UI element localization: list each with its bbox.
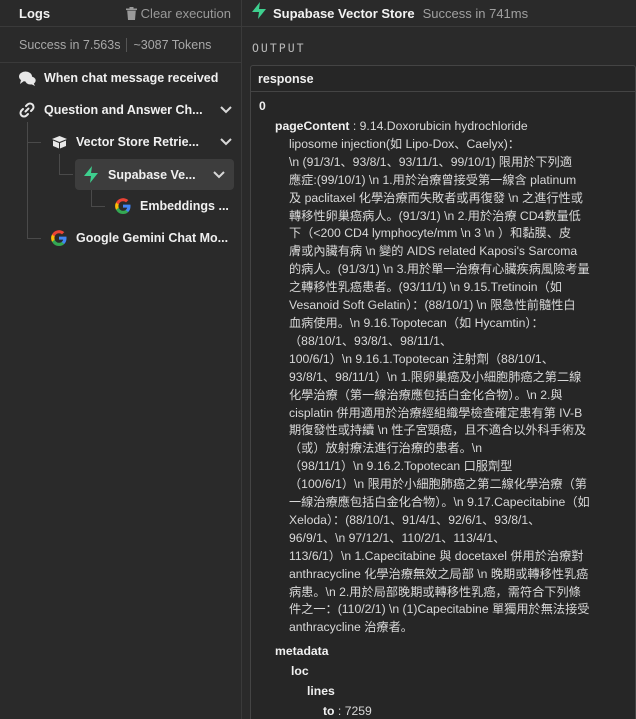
tree-item-supabase-vector-store[interactable]: Supabase Ve... [75, 159, 234, 190]
tree-item-label: Embeddings ... [140, 199, 229, 213]
chevron-down-icon[interactable] [219, 135, 233, 149]
tree-item-vector-store-retriever[interactable]: Vector Store Retrie... [50, 127, 233, 157]
page-content-line: 96/9/1、\n 97/12/1、110/2/1、113/4/1、 [289, 530, 506, 545]
logs-title: Logs [19, 5, 51, 21]
chevron-down-icon[interactable] [212, 168, 226, 182]
tree-connector [27, 238, 41, 239]
page-content-line: 膚或內臟有病 \n 變的 AIDS related Kaposi's Sarco… [289, 244, 578, 259]
to-key: to [323, 704, 335, 719]
box-icon [50, 133, 68, 151]
tree-item-embeddings[interactable]: Embeddings ... [114, 191, 234, 221]
page-content-line: 下（<200 CD4 lymphocyte/mm \n 3 \n ）和黏膜、皮 [289, 226, 572, 241]
chat-icon [18, 69, 36, 87]
output-column-header: response [251, 66, 635, 92]
trash-icon [125, 6, 137, 20]
node-header: Supabase Vector Store Success in 741ms [242, 0, 636, 27]
clear-execution-label: Clear execution [140, 5, 231, 21]
tree-connector [91, 206, 105, 207]
loc-key: loc [291, 664, 309, 679]
page-content-line: （或）放射療法進行治療的患者。\n [289, 441, 482, 456]
tree-connector [59, 154, 60, 175]
page-content-line: 應症:(99/10/1) \n 1.用於治療曾接受第一線含 platinum [289, 172, 577, 187]
google-icon [50, 229, 68, 247]
page-content-line: 件之一：(110/2/1) \n (1)Capecitabine 單獨用於無法接… [289, 602, 590, 617]
page-content-line: 化學治療（第一線治療應包括白金化合物）。\n 2.與 [289, 387, 563, 402]
page-content-line: liposome injection(如 Lipo-Dox、Caelyx)： [289, 136, 520, 151]
page-content-line: \n (91/3/1、93/8/1、93/11/1、99/10/1) 限用於下列… [289, 154, 572, 169]
google-icon [114, 197, 132, 215]
tree-item-label: Supabase Ve... [108, 167, 196, 182]
output-section-label: OUTPUT [252, 41, 306, 55]
node-title: Supabase Vector Store [273, 5, 415, 21]
logs-panel: Logs Clear execution Success in 7.563s ~… [0, 0, 242, 719]
page-content-line: anthracycline 化學治療無效之局部 \n 晚期或轉移性乳癌 [289, 566, 589, 581]
item-index: 0 [259, 99, 266, 113]
page-content-line: 之轉移性乳癌患者。(93/11/1) \n 9.15.Tretinoin（如 [289, 280, 562, 295]
page-content-line: anthracycline 治療者。 [289, 620, 413, 635]
execution-status: Success in 7.563s [19, 37, 121, 52]
output-body: 0 pageContent : 9.14.Doxorubicin hydroch… [251, 92, 635, 719]
page-content-text: 9.14.Doxorubicin hydrochloride [359, 119, 528, 133]
tree-item-label: Question and Answer Ch... [44, 103, 202, 117]
tree-connector [59, 174, 73, 175]
node-output-panel: Supabase Vector Store Success in 741ms O… [242, 0, 636, 719]
tree-item-label: When chat message received [44, 71, 219, 85]
page-content-field: pageContent : 9.14.Doxorubicin hydrochlo… [259, 118, 627, 637]
tree-item-google-gemini-chat-model[interactable]: Google Gemini Chat Mo... [50, 223, 235, 253]
execution-stats: Success in 7.563s ~3087 Tokens [0, 27, 241, 63]
page-content-line: （98/11/1）\n 9.16.2.Topotecan 口服劑型 [289, 459, 513, 474]
page-content-line: 血病使用。\n 9.16.Topotecan（如 Hycamtin）： [289, 315, 544, 330]
page-content-line: 113/6/1）\n 1.Capecitabine 與 docetaxel 併用… [289, 548, 584, 563]
link-icon [18, 101, 36, 119]
metadata-field: metadata loc lines to : 7259 [259, 643, 627, 719]
page-content-key: pageContent [275, 119, 350, 133]
chevron-down-icon[interactable] [219, 103, 233, 117]
tree-connector [27, 142, 41, 143]
page-content-line: 轉移性卵巢癌病人。(91/3/1) \n 2.用於治療 CD4數量低 [289, 208, 581, 223]
lines-key: lines [307, 684, 335, 699]
tree-item-label: Google Gemini Chat Mo... [76, 231, 229, 245]
key-separator: : [349, 119, 360, 133]
tree-item-label: Vector Store Retrie... [76, 135, 199, 149]
clear-execution-button[interactable]: Clear execution [125, 5, 231, 21]
page-content-line: 100/6/1）\n 9.16.1.Topotecan 注射劑（88/10/1、 [289, 351, 554, 366]
page-content-line: 期復發性或持續 \n 性子宮頸癌，且不適合以外科手術及 [289, 423, 587, 438]
logs-header: Logs Clear execution [0, 0, 241, 27]
supabase-icon [82, 166, 100, 184]
output-table[interactable]: response 0 pageContent : 9.14.Doxorubici… [250, 65, 636, 719]
page-content-line: 一線治療應包括白金化合物）。\n 9.17.Capecitabine（如 [289, 495, 590, 510]
page-content-line: Vesanoid Soft Gelatin）：(88/10/1) \n 限急性前… [289, 298, 576, 313]
supabase-icon [251, 2, 267, 24]
to-value: 7259 [344, 704, 372, 719]
stats-divider [126, 37, 128, 52]
page-content-line: （88/10/1、93/8/1、98/11/1、 [289, 333, 453, 348]
tree-item-qa-chain[interactable]: Question and Answer Ch... [18, 95, 233, 125]
page-content-value: pageContent : 9.14.Doxorubicin hydrochlo… [275, 118, 627, 637]
to-field: to : 7259 [275, 703, 627, 719]
metadata-key: metadata [275, 644, 329, 659]
page-content-line: 及 paclitaxel 化學治療而失敗者或再復發 \n 之進行性或 [289, 190, 583, 205]
token-count: ~3087 Tokens [133, 37, 212, 52]
to-separator: : [334, 704, 345, 719]
tree-connector [27, 122, 28, 239]
page-content-line: 病患。\n 2.用於局部晚期或轉移性乳癌，需符合下列條 [289, 584, 581, 599]
page-content-line: 93/8/1、98/11/1）\n 1.限卵巢癌及小細胞肺癌之第二線 [289, 369, 582, 384]
page-content-line: cisplatin 併用適用於治療經組織學檢查確定患有第 IV-B [289, 405, 583, 420]
page-content-line: （100/6/1）\n 限用於小細胞肺癌之第二線化學治療（第 [289, 477, 587, 492]
node-status: Success in 741ms [422, 5, 529, 21]
page-content-line: 的病人。(91/3/1) \n 3.用於單一治療有心臟疾病風險考量 [289, 262, 590, 277]
tree-item-chat-trigger[interactable]: When chat message received [18, 63, 233, 93]
page-content-line: pageContent : 9.14.Doxorubicin hydrochlo… [275, 118, 627, 136]
page-content-line: Xeloda）：(88/10/1、91/4/1、92/6/1、93/8/1、 [289, 512, 541, 527]
